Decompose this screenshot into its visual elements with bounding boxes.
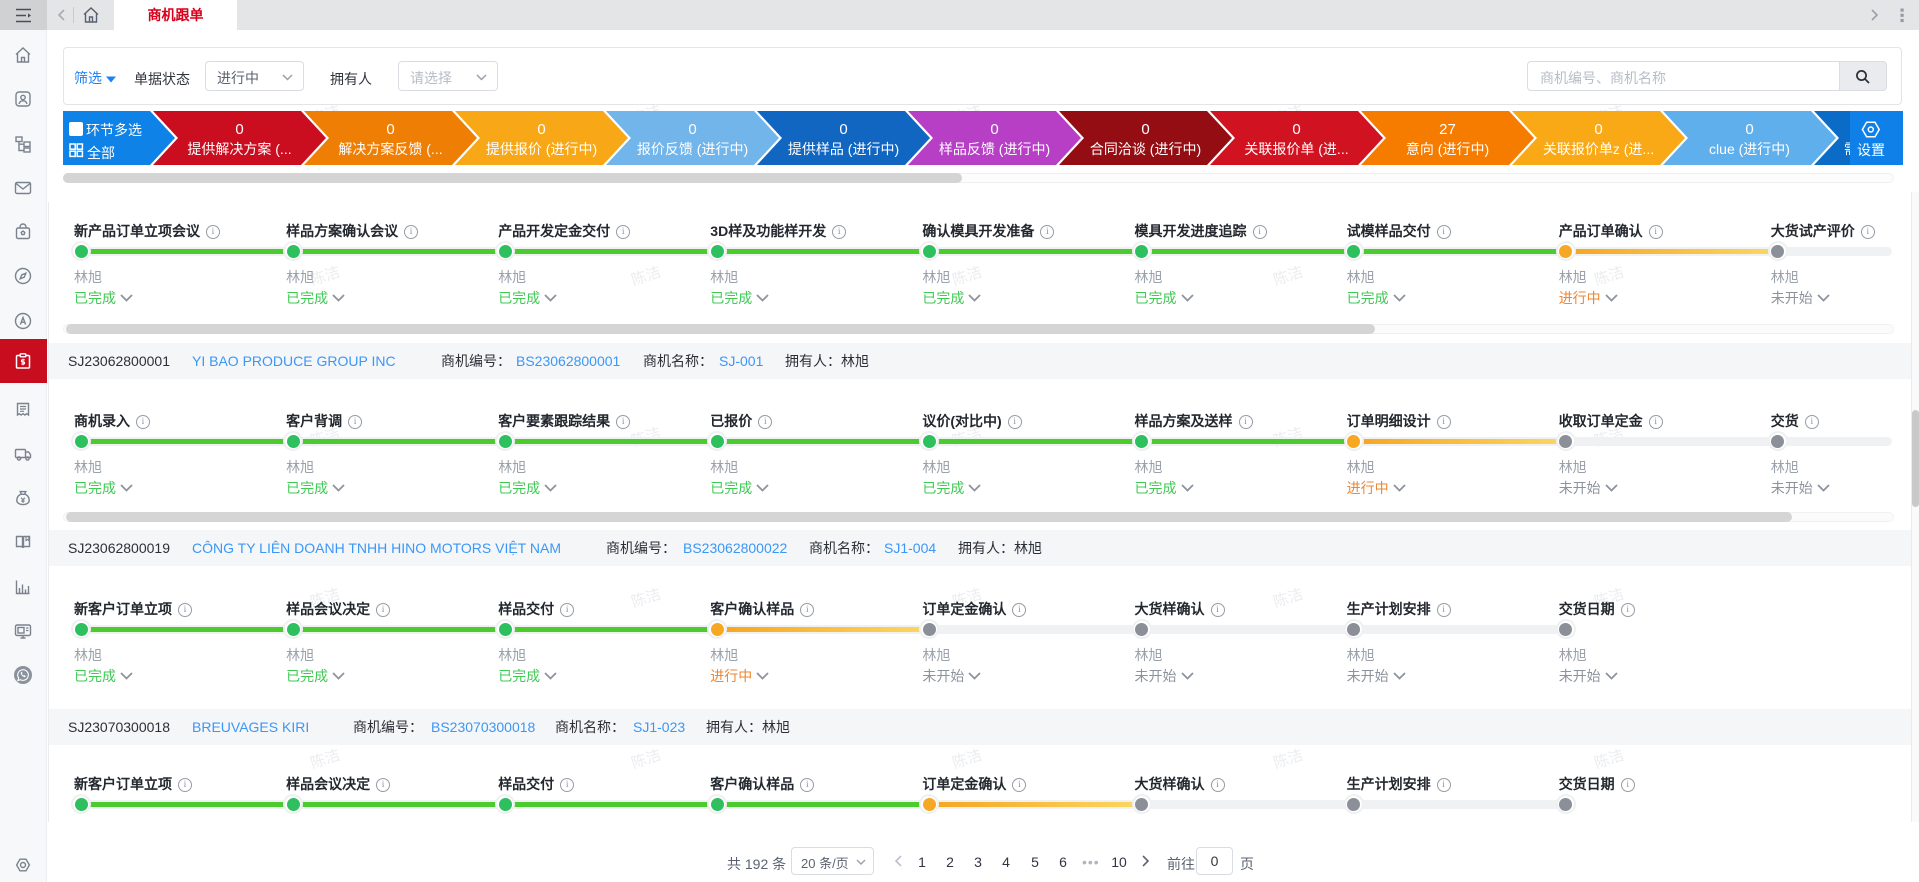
svg-text:关联报价单 (进...: 关联报价单 (进...: [1244, 141, 1348, 157]
svg-text:提供报价 (进行中): 提供报价 (进行中): [486, 141, 597, 157]
svg-text:0: 0: [235, 121, 243, 138]
svg-text:0: 0: [1141, 121, 1149, 138]
svg-text:合同洽谈 (进行中): 合同洽谈 (进行中): [1090, 141, 1201, 157]
svg-text:0: 0: [1292, 121, 1300, 138]
svg-text:0: 0: [839, 121, 847, 138]
svg-text:0: 0: [688, 121, 696, 138]
svg-text:0: 0: [1594, 121, 1602, 138]
svg-text:0: 0: [1745, 121, 1753, 138]
svg-text:27: 27: [1439, 121, 1456, 138]
svg-text:解决方案反馈 (...: 解决方案反馈 (...: [338, 141, 442, 157]
svg-text:提供解决方案 (...: 提供解决方案 (...: [187, 141, 291, 157]
svg-text:报价反馈 (进行中): 报价反馈 (进行中): [637, 141, 748, 157]
svg-text:环节多选: 环节多选: [86, 122, 142, 138]
svg-text:提供样品 (进行中): 提供样品 (进行中): [788, 141, 899, 157]
svg-text:样品反馈 (进行中): 样品反馈 (进行中): [939, 141, 1050, 157]
svg-text:关联报价单z (进...: 关联报价单z (进...: [1543, 141, 1654, 157]
svg-text:0: 0: [537, 121, 545, 138]
svg-text:clue (进行中): clue (进行中): [1709, 141, 1790, 157]
svg-text:0: 0: [386, 121, 394, 138]
svg-text:全部: 全部: [87, 145, 115, 161]
svg-text:意向 (进行中): 意向 (进行中): [1406, 141, 1489, 157]
svg-text:0: 0: [990, 121, 998, 138]
svg-text:设置: 设置: [1857, 142, 1885, 158]
